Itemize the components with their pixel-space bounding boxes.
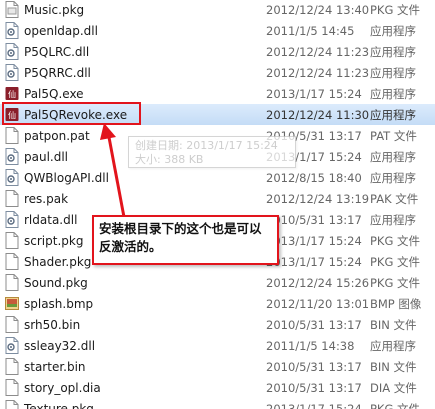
- file-type: 应用程序: [370, 107, 416, 122]
- file-type: 应用程序: [370, 44, 416, 59]
- file-date: 2010/5/31 13:17: [266, 359, 362, 374]
- file-name: patpon.pat: [24, 128, 90, 143]
- file-date: 2013/1/17 15:24: [266, 86, 362, 101]
- generic-file-icon: [5, 379, 19, 396]
- file-name: starter.bin: [24, 359, 86, 374]
- file-date: 2012/12/24 11:23: [266, 44, 370, 59]
- file-date: 2011/1/5 14:45: [266, 23, 355, 38]
- generic-file-icon: [5, 232, 19, 249]
- generic-file-icon: [5, 400, 19, 409]
- file-type: 应用程序: [370, 65, 416, 80]
- generic-file-icon: [5, 358, 19, 375]
- app-exe-icon: 仙: [5, 85, 19, 102]
- file-date: 2013/1/17 15:24: [266, 401, 362, 409]
- file-name: script.pkg: [24, 233, 84, 248]
- tooltip-created-date: 创建日期: 2013/1/17 15:24: [135, 139, 278, 152]
- file-date: 2011/1/5 14:38: [266, 338, 355, 353]
- file-type: 应用程序: [370, 86, 416, 101]
- generic-file-icon: [5, 274, 19, 291]
- file-name: paul.dll: [24, 149, 69, 164]
- file-name: Texture.pkg: [24, 401, 94, 409]
- file-type: BIN 文件: [370, 359, 417, 374]
- file-name: rldata.dll: [24, 212, 78, 227]
- file-type: PKG 文件: [370, 401, 421, 409]
- file-row[interactable]: story_opl.dia 2010/5/31 13:17 DIA 文件: [0, 377, 435, 398]
- file-type: 应用程序: [370, 212, 416, 227]
- file-date: 2012/12/24 11:23: [266, 65, 370, 80]
- file-row[interactable]: Music.pkg 2012/12/24 13:40 PKG 文件: [0, 0, 435, 20]
- file-date: 2010/5/31 13:17: [266, 317, 362, 332]
- file-row[interactable]: srh50.bin 2010/5/31 13:17 BIN 文件: [0, 314, 435, 335]
- file-type: PKG 文件: [370, 233, 421, 248]
- file-date: 2012/12/24 13:19: [266, 191, 370, 206]
- file-list: Music.pkg 2012/12/24 13:40 PKG 文件 openldap.…: [0, 0, 435, 409]
- file-type: PKG 文件: [370, 254, 421, 269]
- dll-file-icon: [5, 211, 19, 228]
- file-date: 2012/12/24 11:30: [266, 107, 370, 122]
- file-name: Music.pkg: [24, 2, 85, 17]
- file-type: 应用程序: [370, 149, 416, 164]
- file-type: PKG 文件: [370, 2, 421, 17]
- file-name: QWBlogAPI.dll: [24, 170, 109, 185]
- file-tooltip: 创建日期: 2013/1/17 15:24 大小: 388 KB: [128, 136, 296, 168]
- file-date: 2010/5/31 13:17: [266, 380, 362, 395]
- generic-file-icon: [5, 190, 19, 207]
- file-type: PAK 文件: [370, 191, 419, 206]
- generic-file-icon: [5, 127, 19, 144]
- file-name: Shader.pkg: [24, 254, 92, 269]
- generic-file-icon: [5, 316, 19, 333]
- file-date: 2012/8/15 18:40: [266, 170, 362, 185]
- file-type: 应用程序: [370, 338, 416, 353]
- bitmap-image-icon: [5, 295, 19, 312]
- dll-file-icon: [5, 169, 19, 186]
- tooltip-size: 大小: 388 KB: [135, 153, 204, 166]
- file-type: BIN 文件: [370, 317, 417, 332]
- file-date: 2010/5/31 13:17: [266, 212, 362, 227]
- file-row[interactable]: P5QLRC.dll 2012/12/24 11:23 应用程序: [0, 41, 435, 62]
- annotation-callout: 安装根目录下的这个也是可以反激活的。: [92, 215, 279, 265]
- file-row[interactable]: Sound.pkg 2012/12/24 15:26 PKG 文件: [0, 272, 435, 293]
- file-type: 应用程序: [370, 170, 416, 185]
- file-row[interactable]: splash.bmp 2012/11/20 13:01 BMP 图像: [0, 293, 435, 314]
- dll-file-icon: [5, 22, 19, 39]
- file-type: BMP 图像: [370, 296, 422, 311]
- file-name: Pal5Q.exe: [24, 86, 84, 101]
- file-row[interactable]: openldap.dll 2011/1/5 14:45 应用程序: [0, 20, 435, 41]
- file-name: P5QLRC.dll: [24, 44, 90, 59]
- file-type: 应用程序: [370, 23, 416, 38]
- file-row[interactable]: 仙 Pal5Q.exe 2013/1/17 15:24 应用程序: [0, 83, 435, 104]
- file-date: 2012/12/24 13:40: [266, 2, 370, 17]
- file-type: PKG 文件: [370, 275, 421, 290]
- file-date: 2013/1/17 15:24: [266, 233, 362, 248]
- file-name: P5QRRC.dll: [24, 65, 91, 80]
- file-type: DIA 文件: [370, 380, 417, 395]
- file-name: srh50.bin: [24, 317, 81, 332]
- file-row[interactable]: starter.bin 2010/5/31 13:17 BIN 文件: [0, 356, 435, 377]
- file-name: ssleay32.dll: [24, 338, 96, 353]
- file-name: splash.bmp: [24, 296, 94, 311]
- file-name: res.pak: [24, 191, 69, 206]
- file-row[interactable]: P5QRRC.dll 2012/12/24 11:23 应用程序: [0, 62, 435, 83]
- file-name: openldap.dll: [24, 23, 98, 38]
- dll-file-icon: [5, 337, 19, 354]
- dll-file-icon: [5, 64, 19, 81]
- dll-file-icon: [5, 148, 19, 165]
- file-date: 2012/12/24 15:26: [266, 275, 370, 290]
- file-date: 2012/11/20 13:01: [266, 296, 370, 311]
- file-row[interactable]: ssleay32.dll 2011/1/5 14:38 应用程序: [0, 335, 435, 356]
- svg-text:仙: 仙: [8, 89, 16, 99]
- file-row[interactable]: Texture.pkg 2013/1/17 15:24 PKG 文件: [0, 398, 435, 409]
- file-type: PAT 文件: [370, 128, 417, 143]
- file-name: Sound.pkg: [24, 275, 88, 290]
- file-row[interactable]: res.pak 2012/12/24 13:19 PAK 文件: [0, 188, 435, 209]
- dll-file-icon: [5, 43, 19, 60]
- file-name: story_opl.dia: [24, 380, 101, 395]
- highlight-box: [2, 102, 141, 125]
- generic-file-icon: [5, 253, 19, 270]
- file-date: 2013/1/17 15:24: [266, 254, 362, 269]
- pkg-file-icon: [5, 1, 19, 18]
- file-row[interactable]: QWBlogAPI.dll 2012/8/15 18:40 应用程序: [0, 167, 435, 188]
